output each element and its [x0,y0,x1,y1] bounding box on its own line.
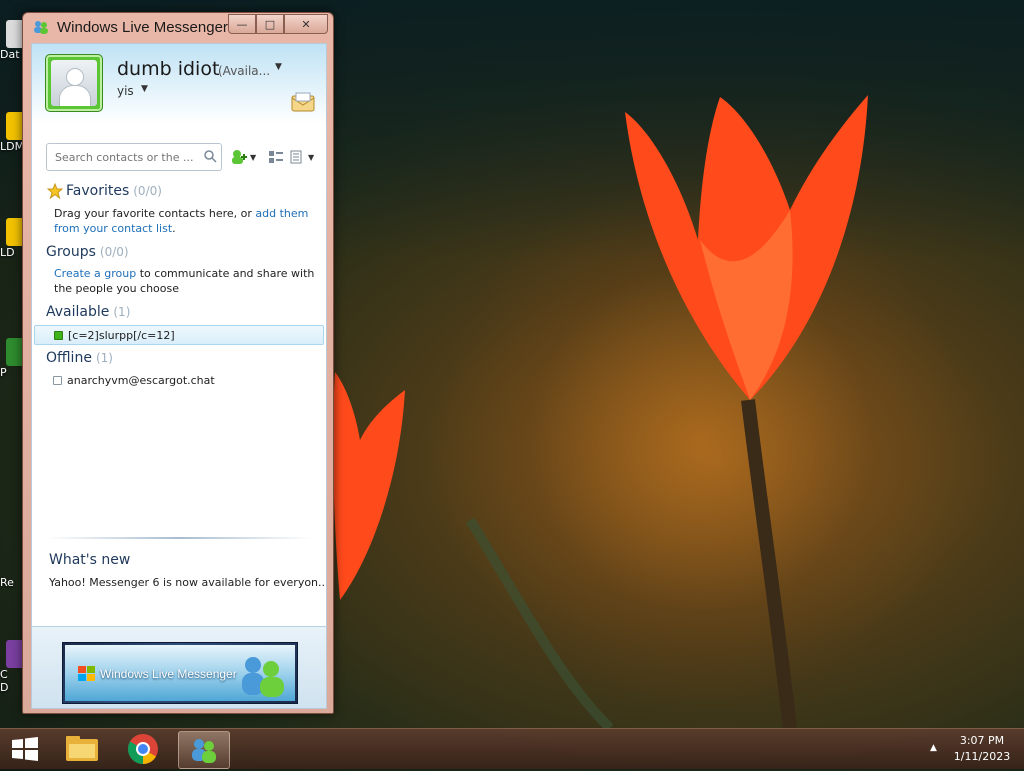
favorites-header[interactable]: Favorites (0/0) [66,183,162,199]
offline-count: (1) [95,351,113,365]
chevron-down-icon: ▼ [250,152,257,162]
messenger-buddies-icon [33,20,49,38]
whats-new-title: What's new [49,552,131,568]
messenger-window: Windows Live Messenger — □ ✕ dumb idiot … [22,12,334,714]
messenger-taskbar-button[interactable] [178,731,230,769]
offline-title: Offline [46,350,92,366]
minimize-button[interactable]: — [228,14,256,34]
desktop-icon-label: Re [0,576,14,589]
list-view-icon [269,151,283,163]
contact-row[interactable]: anarchyvm@escargot.chat [34,371,322,389]
favorites-description: Drag your favorite contacts here, or add… [54,206,324,236]
desktop-icon-label: P [0,366,7,379]
messenger-buddies-icon [192,739,216,763]
ad-banner[interactable]: Windows Live Messenger [62,642,298,704]
favorites-count: (0/0) [133,184,162,198]
minimize-icon: — [236,17,248,31]
groups-header[interactable]: Groups (0/0) [46,244,129,260]
contact-name: [c=2]slurpp[/c=12] [68,328,175,342]
footer: Windows Live Messenger [32,626,326,708]
ad-text: Windows Live Messenger [100,667,237,681]
search-icon[interactable] [203,149,217,163]
add-contact-button[interactable]: ▼ [230,148,256,166]
create-group-link[interactable]: Create a group [54,267,136,280]
start-button[interactable] [8,735,42,763]
close-button[interactable]: ✕ [284,14,328,34]
online-status-icon [54,330,63,340]
avatar-head-shape [66,68,84,86]
available-title: Available [46,304,110,320]
groups-description: Create a group to communicate and share … [54,266,324,296]
ad-banner-background: Windows Live Messenger [65,645,295,701]
search-input[interactable] [53,148,197,166]
clock-time: 3:07 PM [959,734,1005,747]
chrome-icon [127,734,158,764]
close-icon: ✕ [301,17,311,31]
divider [46,537,312,539]
available-count: (1) [113,305,131,319]
star-icon [47,183,63,199]
chevron-down-icon[interactable]: ▼ [275,62,282,72]
mail-icon[interactable] [290,92,316,112]
desktop-icon-label: D [0,681,9,694]
windows-logo-icon [78,666,95,681]
personal-message[interactable]: yis [117,84,134,98]
clock-date: 1/11/2023 [953,750,1011,763]
chevron-down-icon[interactable]: ▼ [141,84,148,94]
clock[interactable]: 3:07 PM 1/11/2023 [948,733,1016,765]
maximize-icon: □ [264,17,276,31]
contact-list-pane: dumb idiot (Availa... ▼ yis ▼ ▼ [31,43,327,709]
desktop-icon-label: LD [0,246,15,259]
folder-icon [66,736,98,761]
avatar-picture [51,60,97,106]
contact-name: anarchyvm@escargot.chat [67,373,215,387]
contact-row[interactable]: [c=2]slurpp[/c=12] [34,325,324,345]
whats-new-item-link[interactable]: Yahoo! Messenger 6 is now available for … [49,576,326,589]
desktop-icon-label: LDM [0,140,25,153]
maximize-button[interactable]: □ [256,14,284,34]
show-menu-button[interactable]: ▼ [290,148,314,166]
chevron-down-icon: ▼ [308,152,315,162]
desktop-icon-label: C [0,668,8,681]
avatar[interactable] [45,54,103,112]
menu-icon [290,150,302,164]
offline-header[interactable]: Offline (1) [46,350,113,366]
window-controls: — □ ✕ [228,14,328,34]
show-hidden-icons-icon[interactable]: ▲ [930,743,937,753]
title-bar[interactable]: Windows Live Messenger — □ ✕ [23,13,333,41]
available-header[interactable]: Available (1) [46,304,130,320]
change-view-button[interactable] [268,148,284,166]
status-selector[interactable]: (Availa... [218,64,270,78]
favorites-title: Favorites [66,183,130,199]
chrome-button[interactable] [118,731,168,767]
groups-count: (0/0) [99,245,129,259]
window-title: Windows Live Messenger [57,19,228,36]
file-explorer-button[interactable] [57,731,107,767]
desktop-icon-label: Dat [0,48,20,61]
search-box [46,143,222,171]
groups-title: Groups [46,244,96,260]
offline-status-icon [53,375,62,385]
display-name[interactable]: dumb idiot [117,58,219,80]
messenger-buddies-icon [242,657,284,697]
favorites-desc-text: Drag your favorite contacts here, or [54,207,256,220]
favorites-desc-end: . [172,222,176,235]
avatar-body-shape [59,85,91,106]
profile-header: dumb idiot (Availa... ▼ yis ▼ [32,44,326,124]
taskbar: ▲ 3:07 PM 1/11/2023 [0,728,1024,769]
add-contact-icon [232,150,247,164]
